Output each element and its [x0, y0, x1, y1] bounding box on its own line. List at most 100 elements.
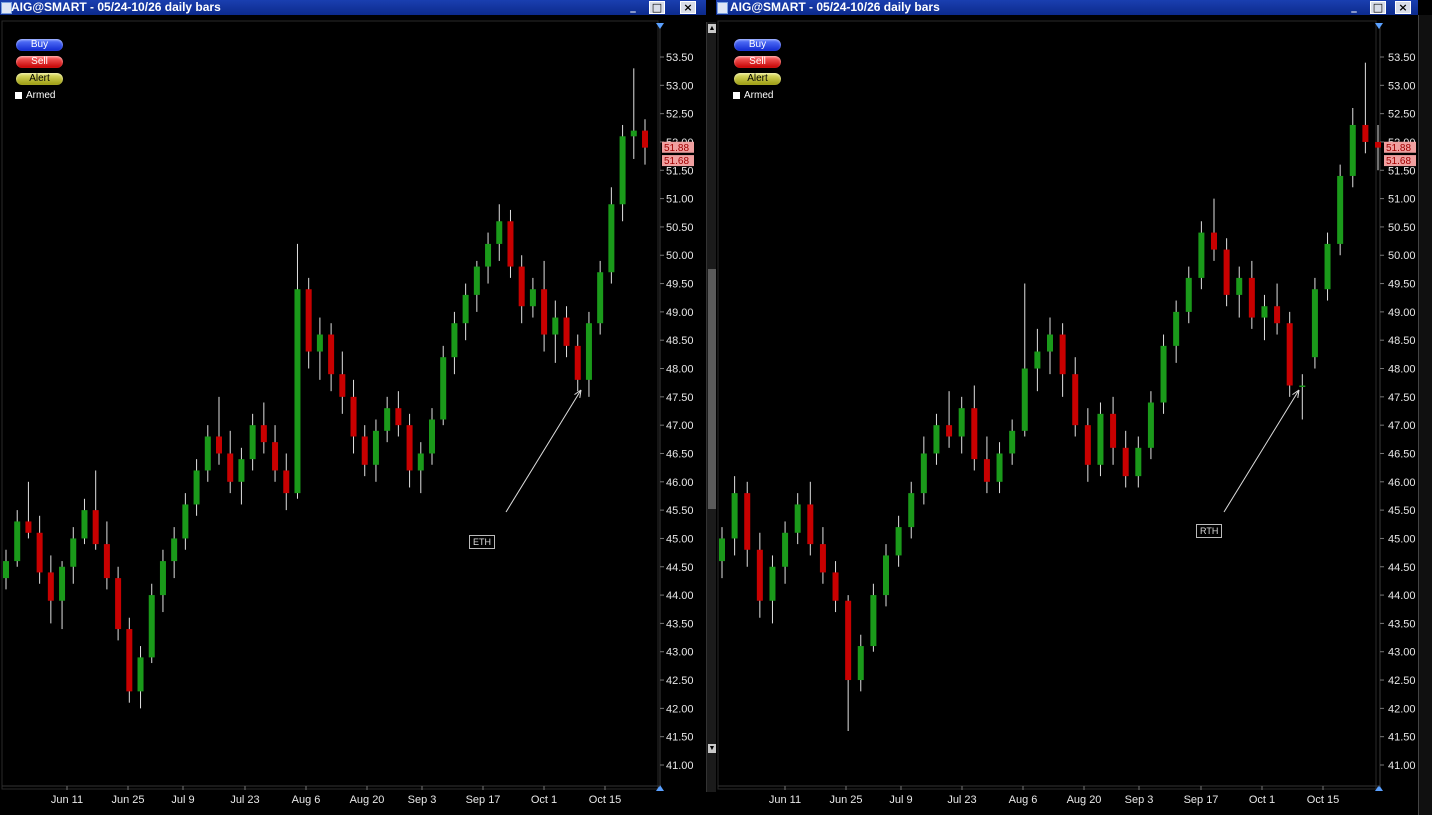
y-tick-label: 49.00 — [666, 307, 694, 319]
candle-body — [529, 289, 536, 307]
scroll-up-icon[interactable]: ▲ — [708, 24, 716, 33]
x-tick-label: Jun 11 — [51, 794, 83, 806]
y-tick-label: 42.50 — [666, 675, 694, 687]
armed-checkbox[interactable]: Armed — [733, 90, 773, 101]
arrow-head-icon — [574, 389, 582, 398]
candle-body — [983, 459, 990, 482]
candle-body — [920, 453, 927, 494]
candle-body — [1034, 351, 1041, 369]
candle-body — [518, 266, 525, 307]
last-price-label: 51.68 — [664, 156, 689, 167]
armed-checkbox[interactable]: Armed — [15, 90, 55, 101]
y-tick-label: 50.00 — [1388, 250, 1416, 262]
candle-body — [933, 425, 940, 454]
candle-body — [1122, 447, 1129, 477]
minimize-button[interactable]: _ — [1346, 1, 1362, 14]
candle-body — [115, 578, 122, 630]
scroll-thumb[interactable] — [708, 269, 716, 509]
minimize-button[interactable]: _ — [625, 1, 641, 14]
candle-body — [328, 334, 335, 375]
candle-body — [883, 555, 889, 596]
candle-body — [148, 595, 155, 658]
sell-button[interactable]: Sell — [15, 55, 64, 69]
candle-body — [1009, 430, 1016, 454]
annotation-arrow — [1223, 389, 1300, 513]
candle-body — [1311, 289, 1318, 358]
x-tick-label: Aug 20 — [350, 794, 385, 806]
candle-body — [1047, 334, 1053, 352]
candle-body — [1160, 345, 1167, 403]
candle-body — [137, 657, 144, 692]
x-tick-label: Jun 11 — [769, 794, 801, 806]
range-marker-icon — [656, 23, 664, 29]
candle-body — [193, 470, 200, 505]
maximize-button[interactable]: □ — [1370, 1, 1386, 14]
y-tick-label: 53.00 — [666, 80, 694, 92]
candle-body — [1173, 311, 1180, 346]
maximize-button[interactable]: □ — [649, 1, 665, 14]
x-tick-label: Oct 15 — [1307, 794, 1339, 806]
candle-body — [350, 396, 357, 437]
candle-body — [238, 459, 245, 482]
candle-body — [608, 204, 615, 273]
last-price-label: 51.68 — [1386, 156, 1411, 167]
candle-body — [1236, 277, 1243, 295]
x-tick-label: Sep 3 — [408, 794, 437, 806]
annotation-label-rth[interactable]: RTH — [1196, 524, 1223, 538]
alert-button[interactable]: Alert — [733, 72, 782, 86]
app-icon — [717, 2, 728, 14]
scroll-down-icon[interactable]: ▼ — [708, 744, 716, 753]
candle-body — [339, 374, 346, 397]
candle-body — [249, 425, 256, 460]
y-tick-label: 45.00 — [666, 533, 694, 545]
sell-button[interactable]: Sell — [733, 55, 782, 69]
x-tick-label: Jul 23 — [947, 794, 976, 806]
candle-body — [316, 334, 323, 352]
window-title-bar[interactable]: AIG@SMART - 05/24-10/26 daily bars _ □ × — [716, 0, 1418, 15]
y-tick-label: 44.00 — [1388, 590, 1416, 602]
x-tick-label: Oct 1 — [1249, 794, 1275, 806]
y-tick-label: 42.00 — [1388, 703, 1416, 715]
y-tick-label: 46.50 — [1388, 448, 1416, 460]
window-title: AIG@SMART - 05/24-10/26 daily bars — [11, 0, 221, 14]
candle-body — [485, 243, 492, 267]
y-tick-label: 48.00 — [1388, 364, 1416, 376]
buy-button[interactable]: Buy — [733, 38, 782, 52]
candlestick-chart-rth[interactable]: 53.5053.0052.5052.0051.5051.0050.5050.00… — [716, 15, 1418, 815]
y-tick-label: 41.50 — [1388, 732, 1416, 744]
candle-body — [541, 289, 548, 335]
y-tick-label: 47.00 — [1388, 420, 1416, 432]
y-tick-label: 46.00 — [666, 477, 694, 489]
y-tick-label: 45.00 — [1388, 533, 1416, 545]
candle-body — [440, 357, 447, 420]
annotation-label-eth[interactable]: ETH — [469, 535, 495, 549]
x-tick-label: Jul 23 — [230, 794, 259, 806]
candle-body — [552, 317, 559, 335]
window-title-bar[interactable]: AIG@SMART - 05/24-10/26 daily bars _ □ × — [0, 0, 706, 15]
checkbox-icon[interactable] — [733, 92, 740, 99]
candle-body — [1135, 447, 1142, 477]
candle-body — [756, 549, 763, 601]
close-button[interactable]: × — [680, 1, 696, 14]
candle-body — [507, 221, 514, 267]
chart-window-rth: AIG@SMART - 05/24-10/26 daily bars _ □ ×… — [716, 0, 1418, 815]
alert-button[interactable]: Alert — [15, 72, 64, 86]
candle-body — [47, 572, 54, 601]
candle-body — [1286, 323, 1293, 386]
candle-body — [1059, 334, 1066, 375]
x-tick-label: Jun 25 — [829, 794, 862, 806]
y-tick-label: 51.00 — [1388, 194, 1416, 206]
candle-body — [14, 521, 21, 562]
close-button[interactable]: × — [1395, 1, 1411, 14]
y-tick-label: 42.50 — [1388, 675, 1416, 687]
y-tick-label: 47.00 — [666, 420, 694, 432]
x-tick-label: Sep 17 — [1184, 794, 1219, 806]
candlestick-chart-eth[interactable]: 53.5053.0052.5052.0051.5051.0050.5050.00… — [0, 15, 706, 815]
y-tick-label: 44.50 — [666, 562, 694, 574]
candle-body — [731, 493, 738, 539]
buy-button[interactable]: Buy — [15, 38, 64, 52]
checkbox-icon[interactable] — [15, 92, 22, 99]
x-tick-label: Jul 9 — [171, 794, 194, 806]
candle-body — [473, 266, 480, 295]
candle-body — [1337, 175, 1344, 244]
